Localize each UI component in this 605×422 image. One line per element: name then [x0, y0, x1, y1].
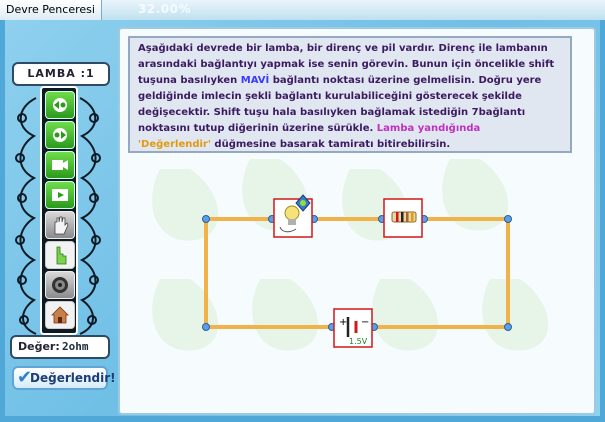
camera-icon[interactable] [45, 151, 75, 179]
circuit-canvas: + − 1.5V [202, 194, 512, 348]
resistor-component [383, 198, 423, 238]
hand-stop-icon[interactable] [45, 211, 75, 239]
main-panel: Aşağıdaki devrede bir lamba, bir direnç … [118, 27, 596, 415]
node-top-right [504, 215, 512, 223]
speaker-icon[interactable] [45, 271, 75, 299]
value-display: Değer: 2ohm [10, 335, 110, 359]
battery-voltage-label: 1.5V [349, 337, 368, 346]
progress-text: 32.00% [138, 2, 191, 16]
battery-component: + − 1.5V [333, 308, 373, 348]
film-icon[interactable] [45, 181, 75, 209]
check-icon: ✔ [17, 367, 33, 388]
svg-text:−: − [361, 317, 369, 328]
hand-pointer-icon[interactable] [45, 241, 75, 269]
node-top-left [202, 215, 210, 223]
value-text: 2ohm [62, 340, 89, 353]
home-icon[interactable] [45, 301, 75, 329]
frame-bottom-edge [0, 416, 605, 422]
svg-text:+: + [339, 317, 347, 328]
connect-right-icon[interactable] [45, 121, 75, 149]
lamp-count-label: LAMBA :1 [12, 62, 110, 86]
window-title: Devre Penceresi [0, 0, 102, 20]
frame-left-edge [0, 20, 5, 422]
evaluate-button-label: Değerlendir! [30, 371, 116, 385]
lamp-component [273, 194, 313, 238]
tool-strip [40, 86, 78, 335]
node-bottom-right [504, 323, 512, 331]
value-label: Değer: [18, 340, 60, 353]
node-bottom-left [202, 323, 210, 331]
title-bar: Devre Penceresi 32.00% [0, 0, 605, 21]
connect-left-icon[interactable] [45, 91, 75, 119]
evaluate-button[interactable]: ✔ Değerlendir! [12, 366, 116, 390]
frame-right-edge [600, 20, 605, 422]
